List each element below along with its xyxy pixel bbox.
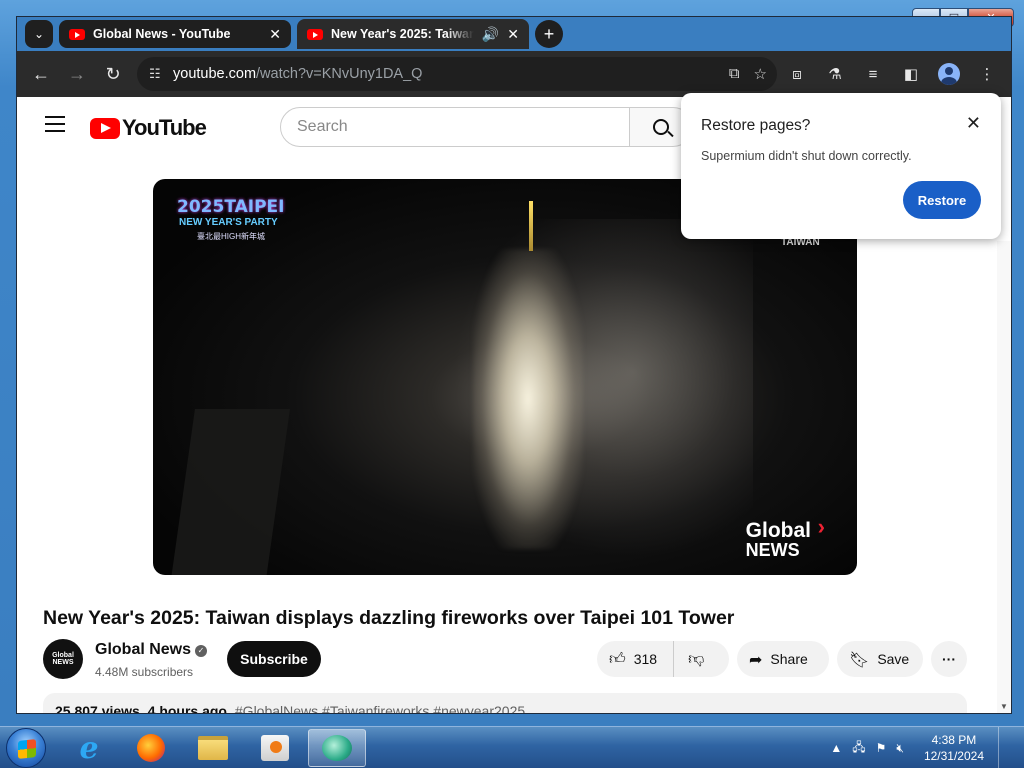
taskbar-ie[interactable]: e <box>60 729 118 767</box>
hashtags[interactable]: #GlobalNews #Taiwanfireworks #newyear202… <box>235 703 525 713</box>
clock-time: 4:38 PM <box>931 733 977 747</box>
verified-icon: ✓ <box>195 645 208 657</box>
windows-taskbar: e ▲ 🖧 ⚑ 🔇︎ 4:38 PM 12/31/2024 <box>0 726 1024 768</box>
save-label: Save <box>877 651 910 667</box>
clock-date: 12/31/2024 <box>923 749 984 763</box>
dialog-close-icon[interactable]: ✕ <box>966 113 981 134</box>
menu-hamburger-icon[interactable] <box>45 116 65 132</box>
upload-age: 4 hours ago <box>147 703 227 714</box>
thumbs-up-icon: 👍︎ <box>609 649 626 668</box>
scroll-down-arrow-icon[interactable]: ▼ <box>1000 702 1008 711</box>
video-overlay-subtitle: NEW YEAR'S PARTY <box>179 217 278 228</box>
labs-flask-icon[interactable]: ⚗ <box>819 57 851 91</box>
profile-avatar-icon <box>938 63 960 85</box>
watermark-line-1: Global <box>745 519 811 542</box>
browser-menu-icon[interactable]: ⋮ <box>971 57 1003 91</box>
reload-button[interactable]: ↻ <box>95 56 131 92</box>
subscriber-count: 4.48M subscribers <box>95 665 194 679</box>
tab-search-button[interactable]: ⌄ <box>25 20 53 48</box>
network-icon[interactable]: 🖧 <box>852 738 865 759</box>
folder-icon <box>198 736 228 760</box>
dislike-button[interactable]: 👎︎ <box>674 649 704 669</box>
share-arrow-icon: ➦ <box>749 649 763 669</box>
youtube-logo[interactable]: YouTube <box>90 115 207 141</box>
forward-button[interactable]: → <box>59 56 95 92</box>
profile-button[interactable] <box>933 57 965 91</box>
bookmark-star-icon[interactable]: ☆ <box>754 65 767 83</box>
tab-title: New Year's 2025: Taiwan displays dazzlin… <box>331 27 474 41</box>
system-tray: ▲ 🖧 ⚑ 🔇︎ 4:38 PM 12/31/2024 <box>830 727 1024 768</box>
video-tower-spire <box>529 201 533 251</box>
side-panel-icon[interactable]: ◧ <box>895 57 927 91</box>
like-count: 318 <box>633 651 658 667</box>
firefox-icon <box>137 734 165 762</box>
tab-global-news[interactable]: Global News - YouTube ✕ <box>59 20 291 48</box>
media-controls-icon[interactable]: ≡ <box>857 57 889 91</box>
taskbar-explorer[interactable] <box>184 729 242 767</box>
save-button[interactable]: 🔖︎ Save <box>837 641 923 677</box>
speaker-icon[interactable]: 🔊 <box>482 26 499 43</box>
site-settings-icon[interactable]: ☷ <box>149 66 173 82</box>
share-label: Share <box>770 651 808 667</box>
new-tab-button[interactable]: + <box>535 20 563 48</box>
tab-close-icon[interactable]: ✕ <box>269 26 281 43</box>
url-host: youtube.com <box>173 66 257 82</box>
dialog-title: Restore pages? <box>701 117 811 134</box>
address-bar[interactable]: ☷ youtube.com/watch?v=KNvUny1DA_Q ⧉ ☆ <box>137 57 777 91</box>
youtube-favicon-icon <box>69 28 85 40</box>
youtube-logo-text: YouTube <box>122 115 207 140</box>
tab-title: Global News - YouTube <box>93 27 231 41</box>
action-center-flag-icon[interactable]: ⚑ <box>876 741 887 755</box>
internet-explorer-icon: e <box>79 730 99 766</box>
like-button[interactable]: 👍︎ 318 <box>597 641 675 677</box>
restore-pages-dialog: Restore pages? ✕ Supermium didn't shut d… <box>681 93 1001 239</box>
media-player-icon <box>261 735 289 761</box>
bookmark-icon: 🔖︎ <box>849 649 870 669</box>
url-path: /watch?v=KNvUny1DA_Q <box>256 66 423 82</box>
channel-avatar[interactable]: Global NEWS <box>43 639 83 679</box>
taskbar-supermium[interactable] <box>308 729 366 767</box>
watermark-chevron-icon: › <box>817 514 825 539</box>
start-button[interactable] <box>6 728 46 768</box>
youtube-favicon-icon <box>307 28 323 40</box>
share-button[interactable]: ➦ Share <box>737 641 829 677</box>
extensions-icon[interactable]: ⧈ <box>781 57 813 91</box>
tab-video[interactable]: New Year's 2025: Taiwan displays dazzlin… <box>297 19 529 49</box>
thumbs-down-icon: 👎︎ <box>688 649 705 668</box>
description-box[interactable]: 25,807 views 4 hours ago #GlobalNews #Ta… <box>43 693 967 714</box>
global-news-watermark: Global NEWS › <box>745 516 825 560</box>
video-overlay-title: 2025TAIPEI <box>177 197 285 217</box>
install-app-icon[interactable]: ⧉ <box>729 65 740 83</box>
subscribe-button[interactable]: Subscribe <box>227 641 321 677</box>
video-overlay-chinese: 臺北最HIGH新年城 <box>197 232 265 241</box>
tray-expand-icon[interactable]: ▲ <box>830 741 842 755</box>
view-count: 25,807 views <box>55 703 140 714</box>
browser-toolbar: ← → ↻ ☷ youtube.com/watch?v=KNvUny1DA_Q … <box>17 51 1011 97</box>
supermium-browser-icon <box>322 735 352 761</box>
restore-button[interactable]: Restore <box>903 181 981 219</box>
tab-strip: ⌄ Global News - YouTube ✕ New Year's 202… <box>17 17 1011 51</box>
channel-row: Global NEWS Global News ✓ 4.48M subscribe… <box>43 637 973 683</box>
volume-muted-icon[interactable]: 🔇︎ <box>896 741 904 756</box>
video-tower <box>473 249 583 549</box>
youtube-play-icon <box>90 117 120 139</box>
taskbar-media-player[interactable] <box>246 729 304 767</box>
show-desktop-button[interactable] <box>998 727 1012 768</box>
video-title: New Year's 2025: Taiwan displays dazzlin… <box>43 607 735 629</box>
tab-close-icon[interactable]: ✕ <box>507 26 519 43</box>
page-scrollbar[interactable]: ▼ <box>997 241 1011 713</box>
channel-name[interactable]: Global News ✓ <box>95 641 208 659</box>
more-actions-button[interactable]: ··· <box>931 641 967 677</box>
dialog-message: Supermium didn't shut down correctly. <box>701 149 912 163</box>
taskbar-firefox[interactable] <box>122 729 180 767</box>
clock[interactable]: 4:38 PM 12/31/2024 <box>924 732 984 764</box>
search-input[interactable]: Search <box>280 107 630 147</box>
video-building <box>171 409 290 575</box>
browser-window: ⌄ Global News - YouTube ✕ New Year's 202… <box>16 16 1012 714</box>
like-dislike-group: 👍︎ 318 👎︎ <box>597 641 729 677</box>
search-icon <box>653 119 669 135</box>
watermark-line-2: NEWS <box>745 540 800 560</box>
channel-name-text: Global News <box>95 641 192 658</box>
back-button[interactable]: ← <box>23 56 59 92</box>
